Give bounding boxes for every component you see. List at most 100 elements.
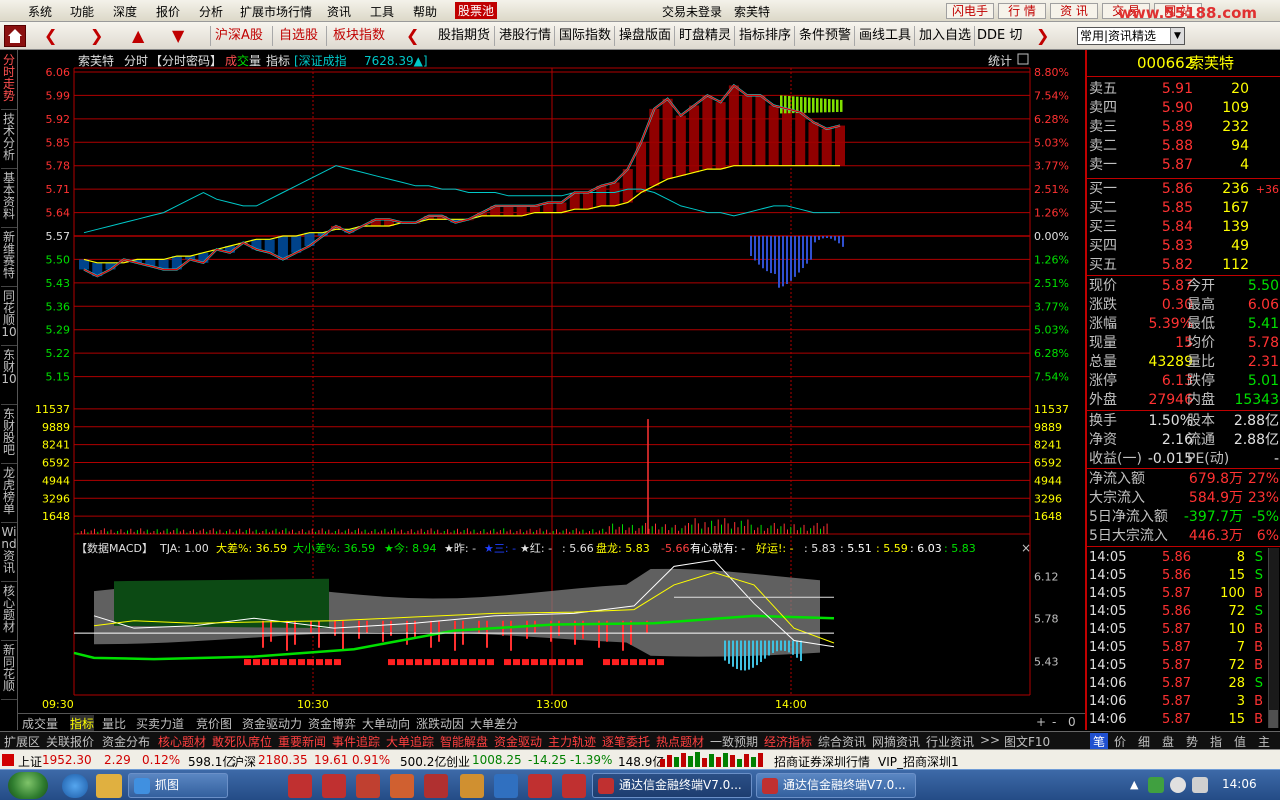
nav-tab-5[interactable]: 东财10 xyxy=(1,347,17,405)
flash-trade-button[interactable]: 闪电手 xyxy=(946,3,994,19)
ext-tab-8[interactable]: 智能解盘 xyxy=(440,733,488,750)
tb-alert[interactable]: 条件预警 xyxy=(799,26,851,46)
tick-scrollbar[interactable] xyxy=(1268,548,1279,728)
ext-tab-15[interactable]: 综合资讯 xyxy=(818,733,866,750)
nav-tab-0[interactable]: 分时走势 xyxy=(1,52,17,110)
nav-tab-6[interactable]: 东财股吧 xyxy=(1,406,17,464)
indicator-tab-9[interactable]: 大单差分 xyxy=(470,715,518,732)
ext-tab-14[interactable]: 经济指标 xyxy=(764,733,812,750)
tick-tab-4[interactable]: 势 xyxy=(1186,733,1198,750)
ext-tab-0[interactable]: 扩展区 xyxy=(4,733,40,750)
clock[interactable]: 14:06 xyxy=(1222,777,1257,791)
home-icon[interactable] xyxy=(4,25,26,47)
menu-analysis[interactable]: 分析 xyxy=(199,3,223,20)
tb-sh-sz-a[interactable]: 沪深A股 xyxy=(215,26,263,46)
ext-tab-3[interactable]: 核心题材 xyxy=(158,733,206,750)
more-left-arrow-icon[interactable]: ❮ xyxy=(406,27,419,45)
nav-tab-2[interactable]: 基本资料 xyxy=(1,170,17,228)
ext-tab-17[interactable]: 行业资讯 xyxy=(926,733,974,750)
indicator-tab-7[interactable]: 大单动向 xyxy=(362,715,410,732)
indicator-ctrl-1[interactable]: - xyxy=(1052,715,1056,729)
tdx-pin-icon-1[interactable] xyxy=(288,774,312,798)
tb-drawing-tools[interactable]: 画线工具 xyxy=(859,26,911,46)
ie-icon[interactable] xyxy=(62,774,88,798)
tick-tab-6[interactable]: 值 xyxy=(1234,733,1246,750)
ext-tab-1[interactable]: 关联报价 xyxy=(46,733,94,750)
tdx-pin-icon-4[interactable] xyxy=(390,774,414,798)
ext-tab-4[interactable]: 敢死队席位 xyxy=(212,733,272,750)
nav-tab-10[interactable]: 新同花顺 xyxy=(1,642,17,700)
menu-depth[interactable]: 深度 xyxy=(113,3,137,20)
ext-tab-9[interactable]: 资金驱动 xyxy=(494,733,542,750)
start-button-icon[interactable] xyxy=(8,772,48,799)
tdx-pin-icon-9[interactable] xyxy=(562,774,586,798)
ext-tab-11[interactable]: 逐笔委托 xyxy=(602,733,650,750)
menu-system[interactable]: 系统 xyxy=(28,3,52,20)
menu-tools[interactable]: 工具 xyxy=(370,3,394,20)
nav-tab-1[interactable]: 技术分析 xyxy=(1,111,17,169)
tray-network-icon[interactable] xyxy=(1148,777,1164,793)
nav-tab-7[interactable]: 龙虎榜单 xyxy=(1,465,17,523)
task-tdx-2[interactable]: 通达信金融终端V7.0... xyxy=(756,773,916,798)
ext-tab-12[interactable]: 热点题材 xyxy=(656,733,704,750)
forward-arrow-icon[interactable]: ❯ xyxy=(90,27,103,45)
indicator-tab-2[interactable]: 量比 xyxy=(102,715,126,732)
indicator-tab-8[interactable]: 涨跌动因 xyxy=(416,715,464,732)
task-tdx-1[interactable]: 通达信金融终端V7.0... xyxy=(592,773,752,798)
tdx-pin-icon-8[interactable] xyxy=(528,774,552,798)
ext-tab-2[interactable]: 资金分布 xyxy=(102,733,150,750)
tb-layout[interactable]: 操盘版面 xyxy=(619,26,671,46)
nav-tab-4[interactable]: 同花顺10 xyxy=(1,288,17,346)
indicator-tab-0[interactable]: 成交量 xyxy=(22,715,58,732)
tdx-pin-icon-5[interactable] xyxy=(424,774,448,798)
tick-tab-3[interactable]: 盘 xyxy=(1162,733,1174,750)
tb-indicator-sort[interactable]: 指标排序 xyxy=(739,26,791,46)
menu-function[interactable]: 功能 xyxy=(70,3,94,20)
menu-stock-pool[interactable]: 股票池 xyxy=(455,2,498,19)
nav-tab-8[interactable]: Wind资讯 xyxy=(1,524,17,582)
up-arrow-icon[interactable]: ▲ xyxy=(132,27,144,45)
tb-monitor[interactable]: 盯盘精灵 xyxy=(679,26,731,46)
ext-tab-16[interactable]: 网摘资讯 xyxy=(872,733,920,750)
ext-tab-6[interactable]: 事件追踪 xyxy=(332,733,380,750)
chart-area[interactable]: 6.06 8.80% 5.99 7.54% 5.92 6.28% 5.85 5.03% 5.78… xyxy=(18,50,1085,713)
tdx-pin-icon-3[interactable] xyxy=(356,774,380,798)
tick-tab-2[interactable]: 细 xyxy=(1138,733,1150,750)
indicator-tab-6[interactable]: 资金博弈 xyxy=(308,715,356,732)
indicator-ctrl-0[interactable]: + xyxy=(1036,715,1046,729)
chevron-down-icon[interactable]: ▼ xyxy=(1170,28,1184,44)
menu-news[interactable]: 资讯 xyxy=(327,3,351,20)
tb-hk-quotes[interactable]: 港股行情 xyxy=(499,26,551,46)
tb-watchlist[interactable]: 自选股 xyxy=(279,26,318,46)
nav-tab-9[interactable]: 核心题材 xyxy=(1,583,17,641)
back-arrow-icon[interactable]: ❮ xyxy=(44,27,57,45)
ext-tab-19[interactable]: 图文F10 xyxy=(1004,733,1050,750)
news-select[interactable]: 常用|资讯精选 ▼ xyxy=(1077,27,1185,45)
nav-tab-3[interactable]: 新维赛特 xyxy=(1,229,17,287)
folder-icon[interactable] xyxy=(96,774,122,798)
indicator-tab-4[interactable]: 竞价图 xyxy=(196,715,232,732)
tray-volume-icon[interactable] xyxy=(1170,777,1186,793)
tb-index-futures[interactable]: 股指期货 xyxy=(438,26,490,46)
indicator-tab-5[interactable]: 资金驱动力 xyxy=(242,715,302,732)
market-button[interactable]: 行 情 xyxy=(998,3,1046,19)
tick-tab-7[interactable]: 主 xyxy=(1258,733,1270,750)
tick-tab-5[interactable]: 指 xyxy=(1210,733,1222,750)
tick-tab-1[interactable]: 价 xyxy=(1114,733,1126,750)
tdx-pin-icon-6[interactable] xyxy=(460,774,484,798)
menu-quote[interactable]: 报价 xyxy=(156,3,180,20)
ext-tab-18[interactable]: >> xyxy=(980,733,1000,747)
ext-tab-10[interactable]: 主力轨迹 xyxy=(548,733,596,750)
tb-sector-index[interactable]: 板块指数 xyxy=(333,26,385,46)
tb-intl-index[interactable]: 国际指数 xyxy=(559,26,611,46)
indicator-tab-1[interactable]: 指标 xyxy=(70,715,95,732)
tick-tab-0[interactable]: 笔 xyxy=(1090,733,1109,750)
tdx-pin-icon-2[interactable] xyxy=(322,774,346,798)
tb-dde[interactable]: DDE 切 xyxy=(977,26,1022,46)
menu-ext-market[interactable]: 扩展市场行情 xyxy=(240,3,312,20)
more-right-arrow-icon[interactable]: ❯ xyxy=(1036,27,1049,45)
task-capture[interactable]: 抓图 xyxy=(128,773,228,798)
tray-flag-icon[interactable] xyxy=(1192,777,1208,793)
close-icon[interactable]: × xyxy=(1021,541,1031,555)
ext-tab-13[interactable]: 一致预期 xyxy=(710,733,758,750)
